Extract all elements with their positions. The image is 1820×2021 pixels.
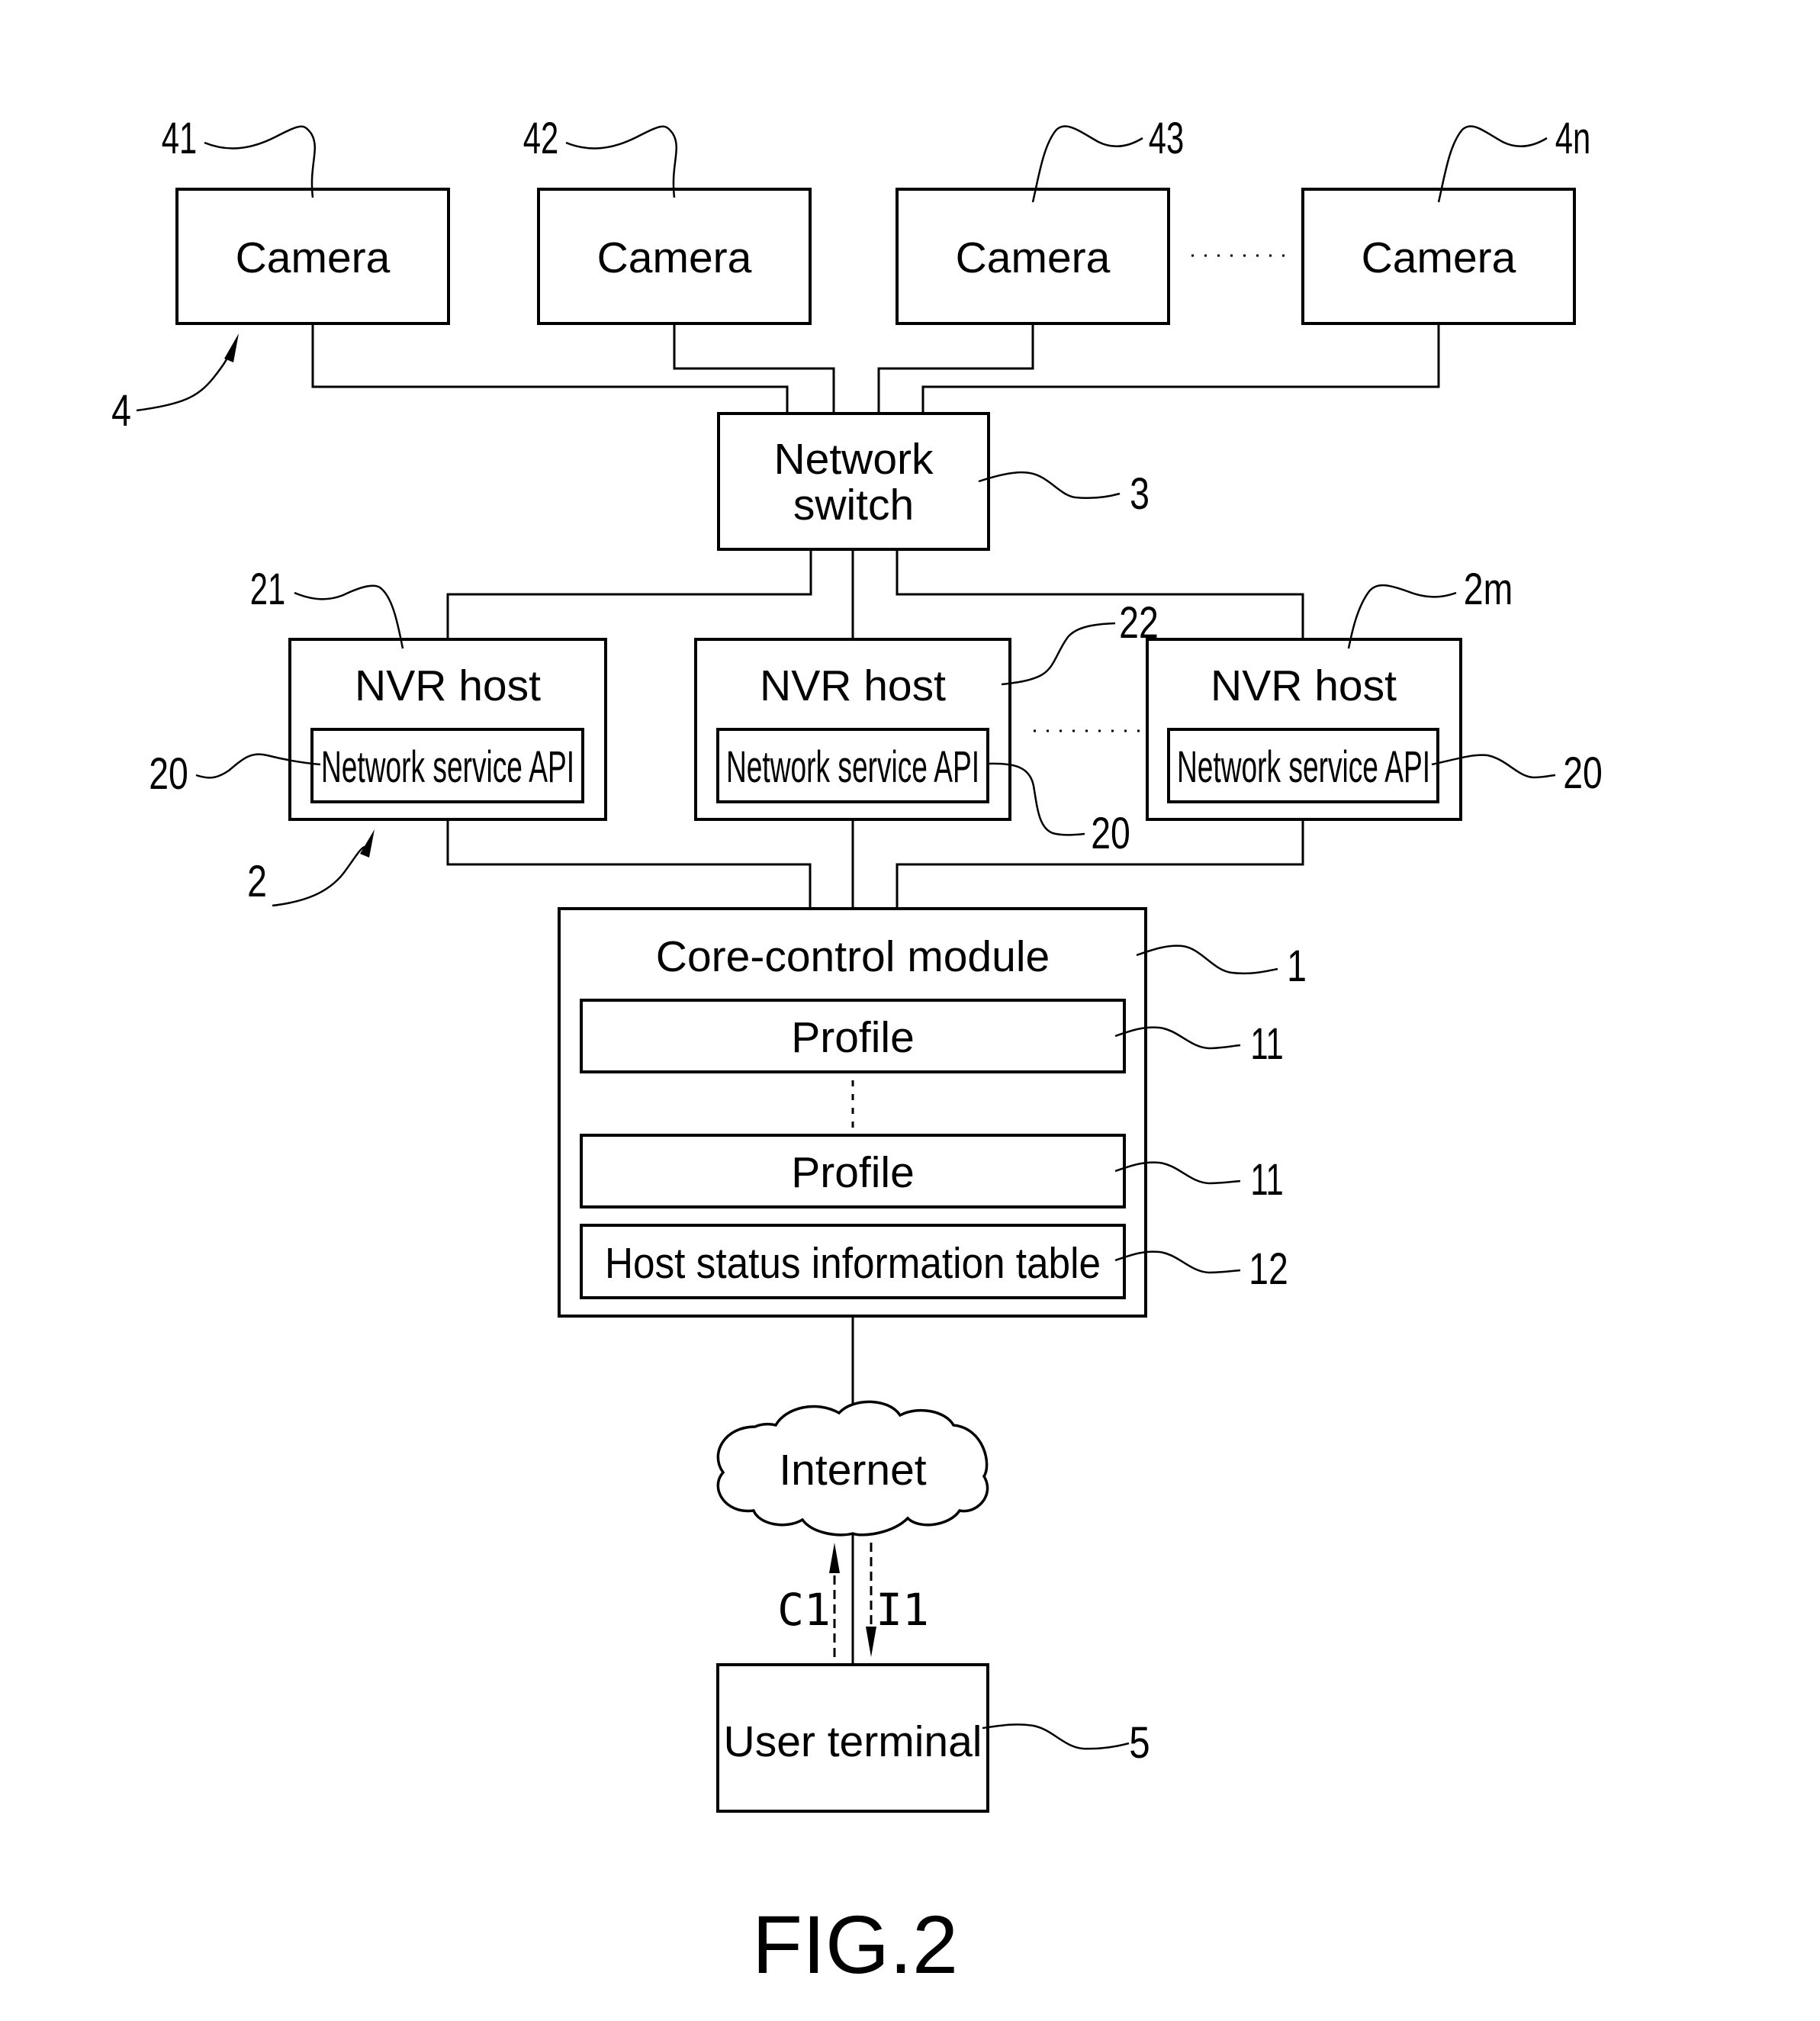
leader-1	[1136, 945, 1278, 975]
ref-20-left: 20	[149, 749, 188, 799]
leader-5	[982, 1723, 1130, 1750]
network-switch: Network switch	[717, 412, 990, 551]
wire-camera-43	[877, 323, 1034, 414]
ref-2m: 2m	[1464, 565, 1513, 614]
ref-22: 22	[1119, 598, 1159, 648]
leader-42	[565, 125, 678, 198]
camera-label: Camera	[956, 233, 1111, 282]
group-arrow-4	[136, 354, 230, 412]
signal-c1: C1	[777, 1543, 840, 1657]
ref-5: 5	[1129, 1718, 1150, 1768]
internet-label: Internet	[779, 1446, 926, 1495]
internet-cloud: Internet	[716, 1400, 989, 1537]
core-control-label: Core-control module	[656, 932, 1050, 981]
camera-label: Camera	[1362, 233, 1516, 282]
figure-caption: FIG.2	[752, 1898, 958, 1990]
arrow-up-icon	[829, 1543, 840, 1573]
wire-switch-nvr-21	[446, 549, 812, 639]
ref-20-middle: 20	[1091, 809, 1130, 858]
ref-4: 4	[111, 386, 131, 436]
ref-41: 41	[162, 113, 197, 163]
network-switch-label-line2: switch	[793, 481, 914, 529]
ref-12: 12	[1249, 1244, 1288, 1294]
nvr-wiring-top	[446, 549, 1304, 639]
ref-21: 21	[250, 564, 285, 613]
ref-11-b: 11	[1250, 1154, 1283, 1204]
wire-nvr-21-core	[446, 819, 812, 909]
ref-42: 42	[523, 113, 558, 163]
arrowhead-icon	[360, 829, 375, 858]
ref-2: 2	[247, 857, 267, 906]
network-service-api-label: Network service API	[321, 743, 574, 792]
core-control-module: Core-control module Profile Profile Host…	[558, 907, 1147, 1318]
ref-3: 3	[1130, 469, 1150, 519]
nvr-host-21: NVR host Network service API	[288, 638, 607, 821]
nvr-host-22: NVR host Network service API	[694, 638, 1011, 821]
wire-camera-42	[673, 323, 835, 414]
camera-label: Camera	[236, 233, 391, 282]
user-terminal: User terminal	[716, 1663, 989, 1813]
network-switch-label-line1: Network	[773, 435, 934, 484]
wire-switch-nvr-2m	[896, 549, 1304, 639]
ref-20-right: 20	[1563, 748, 1603, 798]
host-status-table-label: Host status information table	[605, 1240, 1101, 1288]
arrow-down-icon	[866, 1627, 876, 1657]
network-service-api-label: Network service API	[726, 743, 979, 792]
ref-11-a: 11	[1250, 1019, 1283, 1068]
camera-wiring	[311, 323, 1440, 414]
leader-22	[1001, 622, 1116, 686]
nvr-host-label: NVR host	[760, 661, 946, 710]
user-terminal-label: User terminal	[724, 1717, 982, 1766]
nvr-host-label: NVR host	[355, 661, 541, 710]
ref-43: 43	[1149, 113, 1184, 163]
signal-i1-label: I1	[876, 1584, 929, 1636]
nvr-wiring-bottom	[446, 819, 1304, 909]
signal-i1: I1	[866, 1543, 929, 1657]
arrowhead-icon	[224, 333, 239, 362]
camera-41: Camera	[175, 188, 450, 325]
group-arrow-2	[272, 845, 365, 907]
camera-4n: Camera	[1301, 188, 1576, 325]
signal-c1-label: C1	[777, 1584, 831, 1636]
network-service-api-label: Network service API	[1177, 743, 1430, 792]
nvr-host-label: NVR host	[1211, 661, 1397, 710]
profile-label: Profile	[791, 1013, 915, 1062]
ref-1: 1	[1287, 941, 1307, 991]
ref-4n: 4n	[1555, 113, 1590, 163]
profile-label: Profile	[791, 1148, 915, 1197]
camera-label: Camera	[597, 233, 752, 282]
leader-41	[204, 125, 317, 198]
camera-43: Camera	[896, 188, 1170, 325]
leader-3	[978, 471, 1121, 500]
system-diagram: Camera Camera Camera Camera 41 42 43 4n …	[111, 113, 1603, 1990]
nvr-host-2m: NVR host Network service API	[1146, 638, 1462, 821]
camera-42: Camera	[537, 188, 812, 325]
